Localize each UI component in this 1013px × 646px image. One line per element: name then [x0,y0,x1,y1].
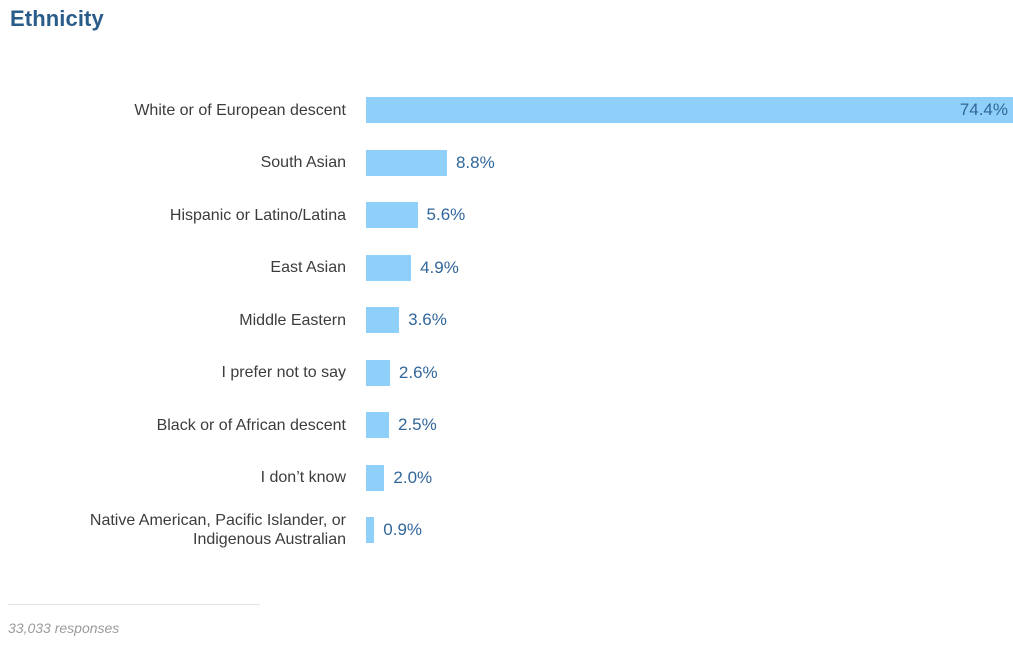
bar-track: 74.4% [366,88,1013,132]
bar-category-label: South Asian [260,154,346,171]
table-row: White or of European descent 74.4% [0,88,1013,132]
bar-category-label: I don’t know [260,469,346,486]
bar-track: 2.0% [366,456,1013,500]
footer-divider [8,604,260,605]
bar-value-label: 2.6% [398,362,438,382]
table-row: Hispanic or Latino/Latina 5.6% [0,193,1013,237]
bar-chart: White or of European descent 74.4% South A… [0,88,1013,568]
bar-value-label: 0.9% [383,520,423,539]
bar-category-label: Black or of African descent [156,416,346,434]
bar-fill[interactable] [366,254,412,281]
table-row: Native American, Pacific Islander, or In… [0,508,1013,552]
table-row: I prefer not to say 2.6% [0,351,1013,395]
bar-value-label: 2.0% [393,467,433,487]
bar-fill[interactable] [366,412,389,438]
table-row: East Asian 4.9% [0,246,1013,290]
page-title: Ethnicity [10,6,104,31]
bar-fill[interactable] [366,359,390,386]
bar-value-label: 5.6% [426,205,466,224]
bar-value-label: 3.6% [408,310,447,329]
bar-fill[interactable] [366,517,375,543]
bar-track: 2.6% [366,351,1013,395]
bar-category-label: Hispanic or Latino/Latina [169,206,346,224]
table-row: South Asian 8.8% [0,141,1013,185]
bar-fill[interactable] [366,464,385,491]
bar-category-label: Native American, Pacific Islander, or In… [89,512,346,548]
bar-track: 4.9% [366,246,1013,290]
bar-category-label: White or of European descent [134,101,346,119]
bar-value-label: 74.4% [959,100,1008,119]
table-row: I don’t know 2.0% [0,456,1013,500]
table-row: Black or of African descent 2.5% [0,403,1013,447]
responses-count: 33,033 responses [8,620,120,636]
bar-value-label: 8.8% [455,152,495,172]
bar-fill[interactable] [366,97,1013,123]
bar-fill[interactable] [366,149,447,176]
bar-track: 5.6% [366,193,1013,237]
table-row: Middle Eastern 3.6% [0,298,1013,342]
bar-fill[interactable] [366,307,400,333]
bar-value-label: 2.5% [398,415,437,434]
bar-value-label: 4.9% [420,257,459,277]
bar-category-label: I prefer not to say [221,364,346,381]
bar-category-label: East Asian [270,259,346,276]
bar-track: 8.8% [366,141,1013,185]
bar-fill[interactable] [366,202,418,228]
bar-track: 2.5% [366,403,1013,447]
bar-track: 0.9% [366,508,1013,552]
bar-category-label: Middle Eastern [239,311,346,329]
bar-track: 3.6% [366,298,1013,342]
